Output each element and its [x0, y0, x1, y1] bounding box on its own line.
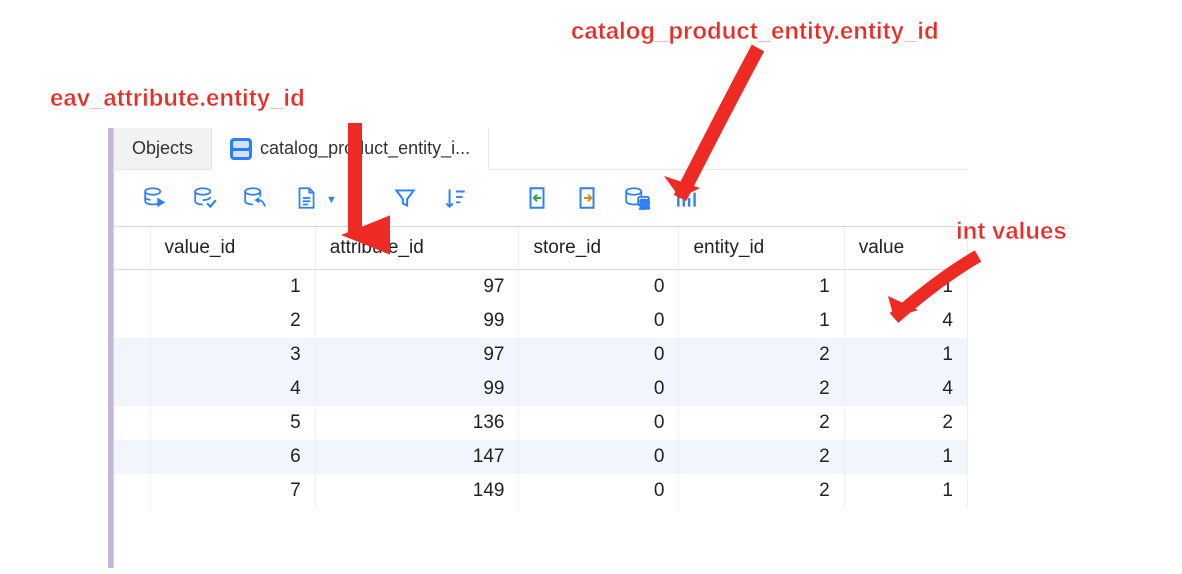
tab-label: Objects [132, 138, 193, 159]
row-gutter[interactable] [114, 406, 150, 440]
table-row[interactable]: 197011 [114, 270, 968, 305]
cell-value[interactable]: 4 [844, 304, 967, 338]
table-row[interactable]: 7149021 [114, 474, 968, 508]
cell-store_id[interactable]: 0 [519, 304, 679, 338]
row-gutter[interactable] [114, 440, 150, 474]
tab-objects[interactable]: Objects [114, 128, 212, 170]
sort-icon[interactable] [441, 184, 469, 212]
cell-value[interactable]: 4 [844, 372, 967, 406]
annotation-catalog-entity: catalog_product_entity.entity_id [571, 18, 939, 46]
table-row[interactable]: 6147021 [114, 440, 968, 474]
script-icon[interactable] [292, 184, 320, 212]
column-header[interactable]: attribute_id [315, 227, 519, 270]
cell-value_id[interactable]: 2 [150, 304, 315, 338]
data-format-icon[interactable]: 101 ABC [623, 184, 651, 212]
export-icon[interactable] [573, 184, 601, 212]
tab-label: catalog_product_entity_i... [260, 138, 470, 159]
import-icon[interactable] [523, 184, 551, 212]
data-table: value_id attribute_id store_id entity_id… [114, 227, 968, 508]
table-header-row: value_id attribute_id store_id entity_id… [114, 227, 968, 270]
column-header[interactable]: value_id [150, 227, 315, 270]
table-icon [230, 138, 252, 160]
cell-store_id[interactable]: 0 [519, 474, 679, 508]
svg-text:ABC: ABC [640, 205, 650, 210]
tabs-remainder [489, 128, 968, 170]
cell-store_id[interactable]: 0 [519, 338, 679, 372]
toolbar: ▼ [114, 170, 968, 227]
cell-attribute_id[interactable]: 97 [315, 270, 519, 305]
cell-value[interactable]: 1 [844, 440, 967, 474]
cell-attribute_id[interactable]: 147 [315, 440, 519, 474]
chart-icon[interactable] [673, 184, 701, 212]
cell-value[interactable]: 1 [844, 270, 967, 305]
annotation-int-values: int values [956, 218, 1067, 246]
cell-store_id[interactable]: 0 [519, 440, 679, 474]
tabs-bar: Objects catalog_product_entity_i... [114, 128, 968, 170]
row-gutter-header[interactable] [114, 227, 150, 270]
cell-entity_id[interactable]: 2 [679, 406, 844, 440]
commit-icon[interactable] [192, 184, 220, 212]
cell-store_id[interactable]: 0 [519, 270, 679, 305]
cell-attribute_id[interactable]: 99 [315, 372, 519, 406]
cell-value_id[interactable]: 5 [150, 406, 315, 440]
cell-value[interactable]: 2 [844, 406, 967, 440]
column-header[interactable]: value [844, 227, 967, 270]
cell-attribute_id[interactable]: 99 [315, 304, 519, 338]
cell-store_id[interactable]: 0 [519, 372, 679, 406]
rollback-icon[interactable] [242, 184, 270, 212]
cell-entity_id[interactable]: 2 [679, 372, 844, 406]
cell-store_id[interactable]: 0 [519, 406, 679, 440]
table-row[interactable]: 299014 [114, 304, 968, 338]
cell-value_id[interactable]: 7 [150, 474, 315, 508]
cell-entity_id[interactable]: 2 [679, 440, 844, 474]
cell-attribute_id[interactable]: 97 [315, 338, 519, 372]
cell-value_id[interactable]: 4 [150, 372, 315, 406]
table-row[interactable]: 397021 [114, 338, 968, 372]
cell-value[interactable]: 1 [844, 338, 967, 372]
script-dropdown-icon[interactable]: ▼ [326, 194, 337, 206]
cell-entity_id[interactable]: 2 [679, 338, 844, 372]
data-table-container: value_id attribute_id store_id entity_id… [114, 227, 968, 508]
cell-attribute_id[interactable]: 149 [315, 474, 519, 508]
cell-attribute_id[interactable]: 136 [315, 406, 519, 440]
main-panel: Objects catalog_product_entity_i... [108, 128, 968, 508]
cell-entity_id[interactable]: 1 [679, 270, 844, 305]
execute-query-icon[interactable] [142, 184, 170, 212]
tab-catalog-product-entity-int[interactable]: catalog_product_entity_i... [212, 128, 489, 170]
cell-value[interactable]: 1 [844, 474, 967, 508]
row-gutter[interactable] [114, 304, 150, 338]
cell-entity_id[interactable]: 1 [679, 304, 844, 338]
cell-value_id[interactable]: 1 [150, 270, 315, 305]
table-row[interactable]: 5136022 [114, 406, 968, 440]
row-gutter[interactable] [114, 474, 150, 508]
column-header[interactable]: entity_id [679, 227, 844, 270]
column-header[interactable]: store_id [519, 227, 679, 270]
cell-value_id[interactable]: 6 [150, 440, 315, 474]
annotation-eav-attribute: eav_attribute.entity_id [50, 85, 305, 113]
table-row[interactable]: 499024 [114, 372, 968, 406]
row-gutter[interactable] [114, 338, 150, 372]
row-gutter[interactable] [114, 270, 150, 305]
cell-value_id[interactable]: 3 [150, 338, 315, 372]
cell-entity_id[interactable]: 2 [679, 474, 844, 508]
row-gutter[interactable] [114, 372, 150, 406]
filter-icon[interactable] [391, 184, 419, 212]
